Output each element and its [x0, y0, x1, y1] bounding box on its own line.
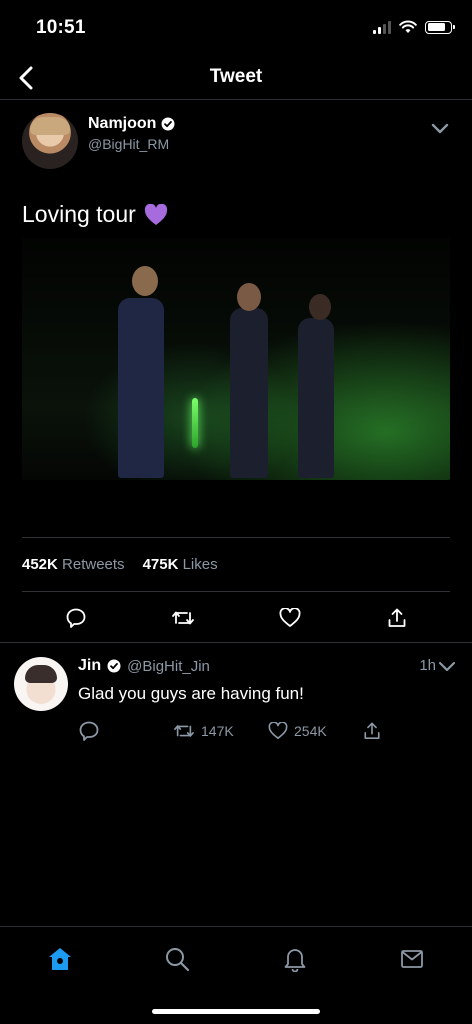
tweet-stats: 452K Retweets 475K Likes	[22, 537, 450, 592]
retweets-label: Retweets	[62, 556, 125, 573]
share-button[interactable]	[383, 604, 411, 632]
tweet-actions	[22, 598, 450, 638]
reply-like-count: 254K	[294, 723, 327, 739]
like-button[interactable]	[276, 604, 304, 632]
home-indicator[interactable]	[152, 1009, 320, 1014]
share-icon	[388, 608, 405, 627]
reply-text: Glad you guys are having fun!	[78, 684, 304, 703]
tweet-options-button[interactable]	[428, 117, 452, 141]
chevron-down-icon	[431, 123, 449, 134]
retweet-icon	[174, 725, 194, 737]
reply-like-button[interactable]: 254K	[268, 722, 363, 740]
tab-search[interactable]	[163, 945, 191, 973]
wifi-icon	[399, 20, 417, 33]
share-icon	[364, 722, 380, 740]
battery-icon	[425, 20, 455, 34]
reply-author-handle[interactable]: @BigHit_Jin	[127, 658, 210, 675]
tweet-media-image[interactable]	[22, 238, 450, 480]
author-name-text: Namjoon	[88, 115, 157, 132]
cellular-signal-icon	[373, 20, 391, 34]
reply-reply-button[interactable]	[78, 720, 173, 742]
verified-badge-icon	[161, 117, 175, 131]
tweet-text: Loving tour	[22, 201, 168, 228]
chevron-down-icon	[438, 661, 456, 672]
purple-heart-emoji	[144, 203, 167, 225]
retweet-button[interactable]	[169, 604, 197, 632]
author-avatar[interactable]	[22, 113, 78, 169]
search-icon	[166, 948, 190, 972]
home-icon	[49, 948, 71, 970]
mail-icon	[401, 950, 423, 968]
tweet-text-content: Loving tour	[22, 201, 136, 227]
reply-bubble-icon	[79, 721, 99, 741]
status-time: 10:51	[36, 17, 86, 38]
reply-author-avatar[interactable]	[14, 657, 68, 711]
bell-icon	[284, 949, 306, 972]
reply-options-button[interactable]	[436, 655, 458, 677]
reply-share-button[interactable]	[363, 721, 381, 741]
tab-home[interactable]	[46, 945, 74, 973]
status-bar: 10:51	[0, 0, 472, 56]
reply-actions: 147K 254K	[78, 717, 408, 745]
author-handle[interactable]: @BigHit_RM	[88, 136, 169, 152]
tab-messages[interactable]	[398, 945, 426, 973]
reply-retweet-button[interactable]: 147K	[173, 721, 268, 741]
reply-tweet[interactable]: Jin @BigHit_Jin 1h Glad you guys are hav…	[0, 643, 472, 753]
reply-header: Jin @BigHit_Jin	[78, 657, 210, 675]
reply-author-name[interactable]: Jin	[78, 657, 101, 675]
page-title: Tweet	[209, 66, 263, 87]
status-icons	[373, 20, 455, 34]
likes-stat[interactable]: 475K Likes	[143, 556, 218, 573]
likes-count: 475K	[142, 556, 179, 573]
retweets-stat[interactable]: 452K Retweets	[22, 556, 125, 573]
top-nav-bar: Tweet	[0, 56, 472, 100]
retweet-icon	[171, 611, 194, 625]
reply-retweet-count: 147K	[201, 723, 234, 739]
likes-label: Likes	[182, 556, 218, 573]
author-name[interactable]: Namjoon	[88, 115, 175, 133]
reply-button[interactable]	[62, 604, 90, 632]
heart-icon	[279, 608, 300, 627]
reply-bubble-icon	[66, 608, 85, 628]
reply-timestamp: 1h	[419, 657, 436, 674]
verified-badge-icon	[107, 659, 121, 673]
tab-notifications[interactable]	[281, 945, 309, 973]
heart-icon	[268, 722, 288, 740]
retweets-count: 452K	[22, 556, 58, 573]
